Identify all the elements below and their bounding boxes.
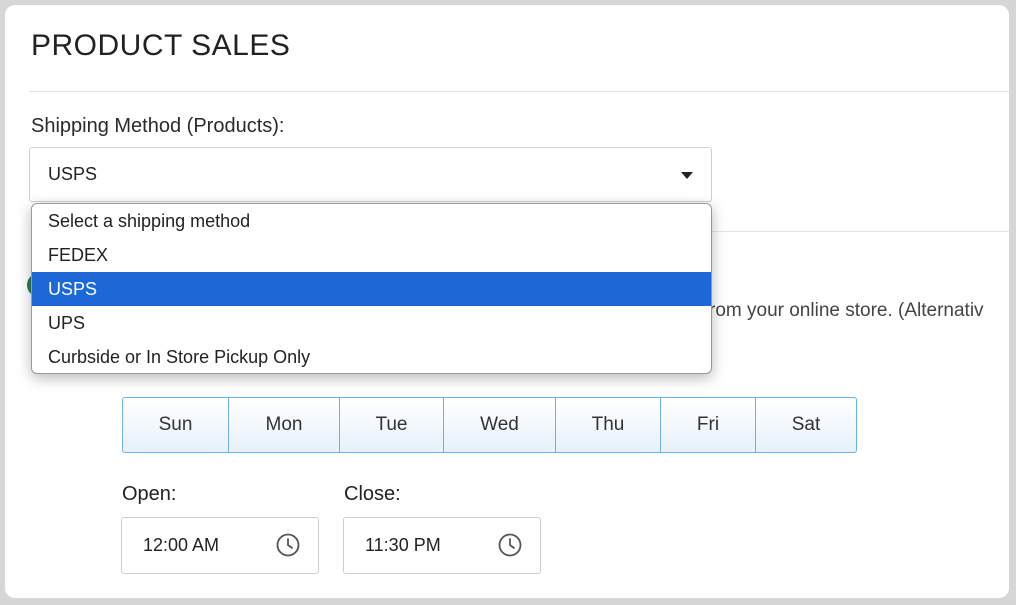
day-thu[interactable]: Thu <box>556 398 661 452</box>
open-time-input[interactable]: 12:00 AM <box>121 517 319 574</box>
day-wed[interactable]: Wed <box>444 398 556 452</box>
dropdown-option-ups[interactable]: UPS <box>32 306 711 340</box>
open-label: Open: <box>122 483 177 505</box>
pickup-description: rom your online store. (Alternativ <box>709 300 984 321</box>
dropdown-option-placeholder[interactable]: Select a shipping method <box>32 204 711 238</box>
close-time-value: 11:30 PM <box>365 535 441 555</box>
day-fri[interactable]: Fri <box>661 398 756 452</box>
shipping-method-dropdown: Select a shipping method FEDEX USPS UPS … <box>31 203 712 374</box>
close-time-input[interactable]: 11:30 PM <box>343 517 541 574</box>
dropdown-option-usps[interactable]: USPS <box>32 272 711 306</box>
day-mon[interactable]: Mon <box>229 398 340 452</box>
dropdown-option-fedex[interactable]: FEDEX <box>32 238 711 272</box>
weekday-selector: Sun Mon Tue Wed Thu Fri Sat <box>122 397 857 453</box>
clock-icon[interactable] <box>498 533 522 557</box>
page-title: PRODUCT SALES <box>31 29 291 62</box>
section-divider <box>705 231 1009 232</box>
shipping-method-value: USPS <box>48 164 98 184</box>
shipping-method-label: Shipping Method (Products): <box>31 115 285 137</box>
shipping-method-select[interactable]: USPS <box>29 147 712 202</box>
close-label: Close: <box>344 483 401 505</box>
chevron-down-icon <box>681 172 693 179</box>
day-tue[interactable]: Tue <box>340 398 444 452</box>
header-divider <box>29 91 1009 92</box>
open-time-value: 12:00 AM <box>143 535 220 555</box>
dropdown-option-curbside[interactable]: Curbside or In Store Pickup Only <box>32 340 711 373</box>
product-sales-card: PRODUCT SALES Shipping Method (Products)… <box>5 5 1009 598</box>
clock-icon[interactable] <box>276 533 300 557</box>
day-sun[interactable]: Sun <box>123 398 229 452</box>
day-sat[interactable]: Sat <box>756 398 856 452</box>
